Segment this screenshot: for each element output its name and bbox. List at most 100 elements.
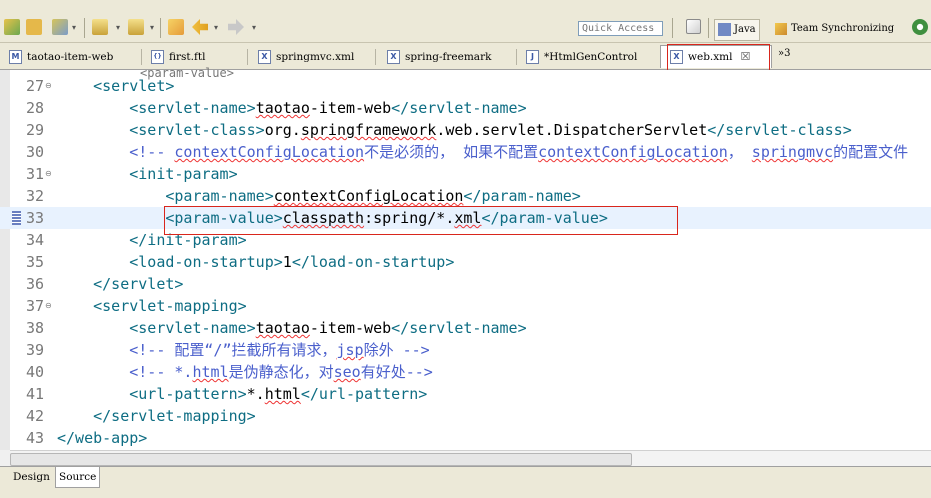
code-line[interactable]: 43 </web-app>	[0, 427, 931, 449]
line-code: <servlet-name>taotao-item-web</servlet-n…	[129, 99, 527, 117]
code-line[interactable]: 31 ⊖ <init-param>	[0, 163, 931, 185]
xml-file-icon: X	[258, 50, 271, 64]
line-code: <init-param>	[129, 165, 238, 183]
new-package-icon[interactable]	[4, 19, 20, 35]
line-code: </servlet-mapping>	[93, 407, 256, 425]
toolbar-separator	[160, 18, 161, 38]
tab-label: *HtmlGenControl	[544, 51, 638, 63]
scrollbar-thumb[interactable]	[10, 453, 632, 466]
team-sync-icon	[775, 22, 787, 35]
line-number: 37	[25, 297, 44, 315]
line-number: 34	[25, 231, 44, 249]
gear-icon[interactable]	[912, 19, 928, 35]
editor-mode-tabs: Design Source	[0, 466, 931, 498]
quick-access-input[interactable]	[578, 21, 663, 36]
main-toolbar: ▾ ▾ ▾ ▾ ▾ Java Team Synchronizing	[0, 0, 931, 43]
back-arrow-icon[interactable]	[192, 19, 208, 35]
perspective-java-label: Java	[734, 24, 756, 35]
line-number: 28	[25, 99, 44, 117]
chevron-down-icon[interactable]: ▾	[252, 24, 256, 32]
line-number: 35	[25, 253, 44, 271]
horizontal-scrollbar[interactable]	[10, 450, 931, 467]
line-number: 27	[25, 77, 44, 95]
java-file-icon: J	[526, 50, 539, 64]
line-number: 39	[25, 341, 44, 359]
line-number: 32	[25, 187, 44, 205]
prev-annotation-icon[interactable]	[128, 19, 144, 35]
toolbar-separator	[708, 18, 709, 38]
code-line[interactable]: 35 <load-on-startup>1</load-on-startup>	[0, 251, 931, 273]
fold-toggle-icon[interactable]: ⊖	[45, 302, 52, 310]
chevron-down-icon[interactable]: ▾	[116, 24, 120, 32]
open-perspective-icon[interactable]	[686, 19, 701, 34]
code-line[interactable]: 32 <param-name>contextConfigLocation</pa…	[0, 185, 931, 207]
perspective-team-sync-label: Team Synchronizing	[791, 23, 895, 34]
tab-label: first.ftl	[169, 51, 206, 63]
line-code: <servlet>	[93, 77, 175, 95]
code-line[interactable]: 40 <!-- *.html是伪静态化，对seo有好处-->	[0, 361, 931, 383]
tab-htmlgencontrol[interactable]: J *HtmlGenControl	[517, 46, 637, 68]
bookmark-marker-icon[interactable]	[12, 211, 21, 225]
chevron-down-icon[interactable]: ▾	[214, 24, 218, 32]
line-number: 36	[25, 275, 44, 293]
code-line[interactable]: 41 <url-pattern>*.html</url-pattern>	[0, 383, 931, 405]
tab-label: spring-freemark	[405, 51, 492, 63]
tab-divider	[247, 49, 248, 65]
xml-source-editor[interactable]: <param-value> 27 ⊖ <servlet> 28 <servlet-n…	[0, 66, 931, 450]
line-number: 42	[25, 407, 44, 425]
code-line[interactable]: 38 <servlet-name>taotao-item-web</servle…	[0, 317, 931, 339]
tab-spring-freemark[interactable]: Xspring-freemark	[378, 46, 491, 68]
line-code: </web-app>	[57, 429, 148, 447]
line-number: 31	[25, 165, 44, 183]
code-line[interactable]: 28 <servlet-name>taotao-item-web</servle…	[0, 97, 931, 119]
tab-design-label: Design	[13, 471, 50, 483]
toolbar-separator	[672, 18, 673, 38]
forward-arrow-icon[interactable]	[228, 19, 244, 35]
tab-label: taotao-item-web	[27, 51, 114, 63]
code-line[interactable]: 36 </servlet>	[0, 273, 931, 295]
line-number: 40	[25, 363, 44, 381]
open-folder-icon[interactable]	[26, 19, 42, 35]
tab-source-label: Source	[59, 471, 97, 483]
perspective-java[interactable]: Java	[714, 19, 760, 41]
line-number: 41	[25, 385, 44, 403]
tab-design[interactable]: Design	[10, 467, 53, 487]
line-code: <servlet-mapping>	[93, 297, 247, 315]
line-code: <!-- *.html是伪静态化，对seo有好处-->	[129, 363, 433, 381]
code-line[interactable]: 27 ⊖ <servlet>	[0, 75, 931, 97]
chevron-down-icon[interactable]: ▾	[150, 24, 154, 32]
tab-label: springmvc.xml	[276, 51, 355, 63]
line-number: 38	[25, 319, 44, 337]
line-code: <!-- 配置“/”拦截所有请求，jsp除外 -->	[129, 341, 430, 359]
chevron-down-icon[interactable]: ▾	[72, 24, 76, 32]
line-code: </servlet>	[93, 275, 184, 293]
tab-source[interactable]: Source	[55, 467, 101, 488]
line-code: <servlet-name>taotao-item-web</servlet-n…	[129, 319, 527, 337]
code-line[interactable]: 30 <!-- contextConfigLocation不是必须的， 如果不配…	[0, 141, 931, 163]
run-tools-icon[interactable]	[52, 19, 68, 35]
tab-taotao-item-web[interactable]: Mtaotao-item-web	[0, 46, 113, 68]
next-annotation-icon[interactable]	[92, 19, 108, 35]
fold-toggle-icon[interactable]: ⊖	[45, 170, 52, 178]
toolbar-separator	[84, 18, 85, 38]
line-number: 29	[25, 121, 44, 139]
xml-file-icon: X	[387, 50, 400, 64]
tab-first-ftl[interactable]: {} first.ftl	[142, 46, 205, 68]
tab-springmvc-xml[interactable]: Xspringmvc.xml	[249, 46, 354, 68]
last-edit-icon[interactable]	[168, 19, 184, 35]
tab-divider	[375, 49, 376, 65]
perspective-team-synchronizing[interactable]: Team Synchronizing	[775, 19, 894, 39]
tab-overflow-button[interactable]: »3	[778, 48, 790, 59]
code-line[interactable]: 37 ⊖ <servlet-mapping>	[0, 295, 931, 317]
code-line[interactable]: 29 <servlet-class>org.springframework.we…	[0, 119, 931, 141]
line-code: <load-on-startup>1</load-on-startup>	[129, 253, 455, 271]
code-line[interactable]: 39 <!-- 配置“/”拦截所有请求，jsp除外 -->	[0, 339, 931, 361]
code-line[interactable]: 42 </servlet-mapping>	[0, 405, 931, 427]
maven-icon: M	[9, 50, 22, 64]
fold-toggle-icon[interactable]: ⊖	[45, 82, 52, 90]
java-perspective-icon	[718, 23, 731, 36]
line-number: 30	[25, 143, 44, 161]
line-number: 43	[25, 429, 44, 447]
annotation-highlight-line	[164, 206, 678, 235]
line-code: <url-pattern>*.html</url-pattern>	[129, 385, 428, 403]
